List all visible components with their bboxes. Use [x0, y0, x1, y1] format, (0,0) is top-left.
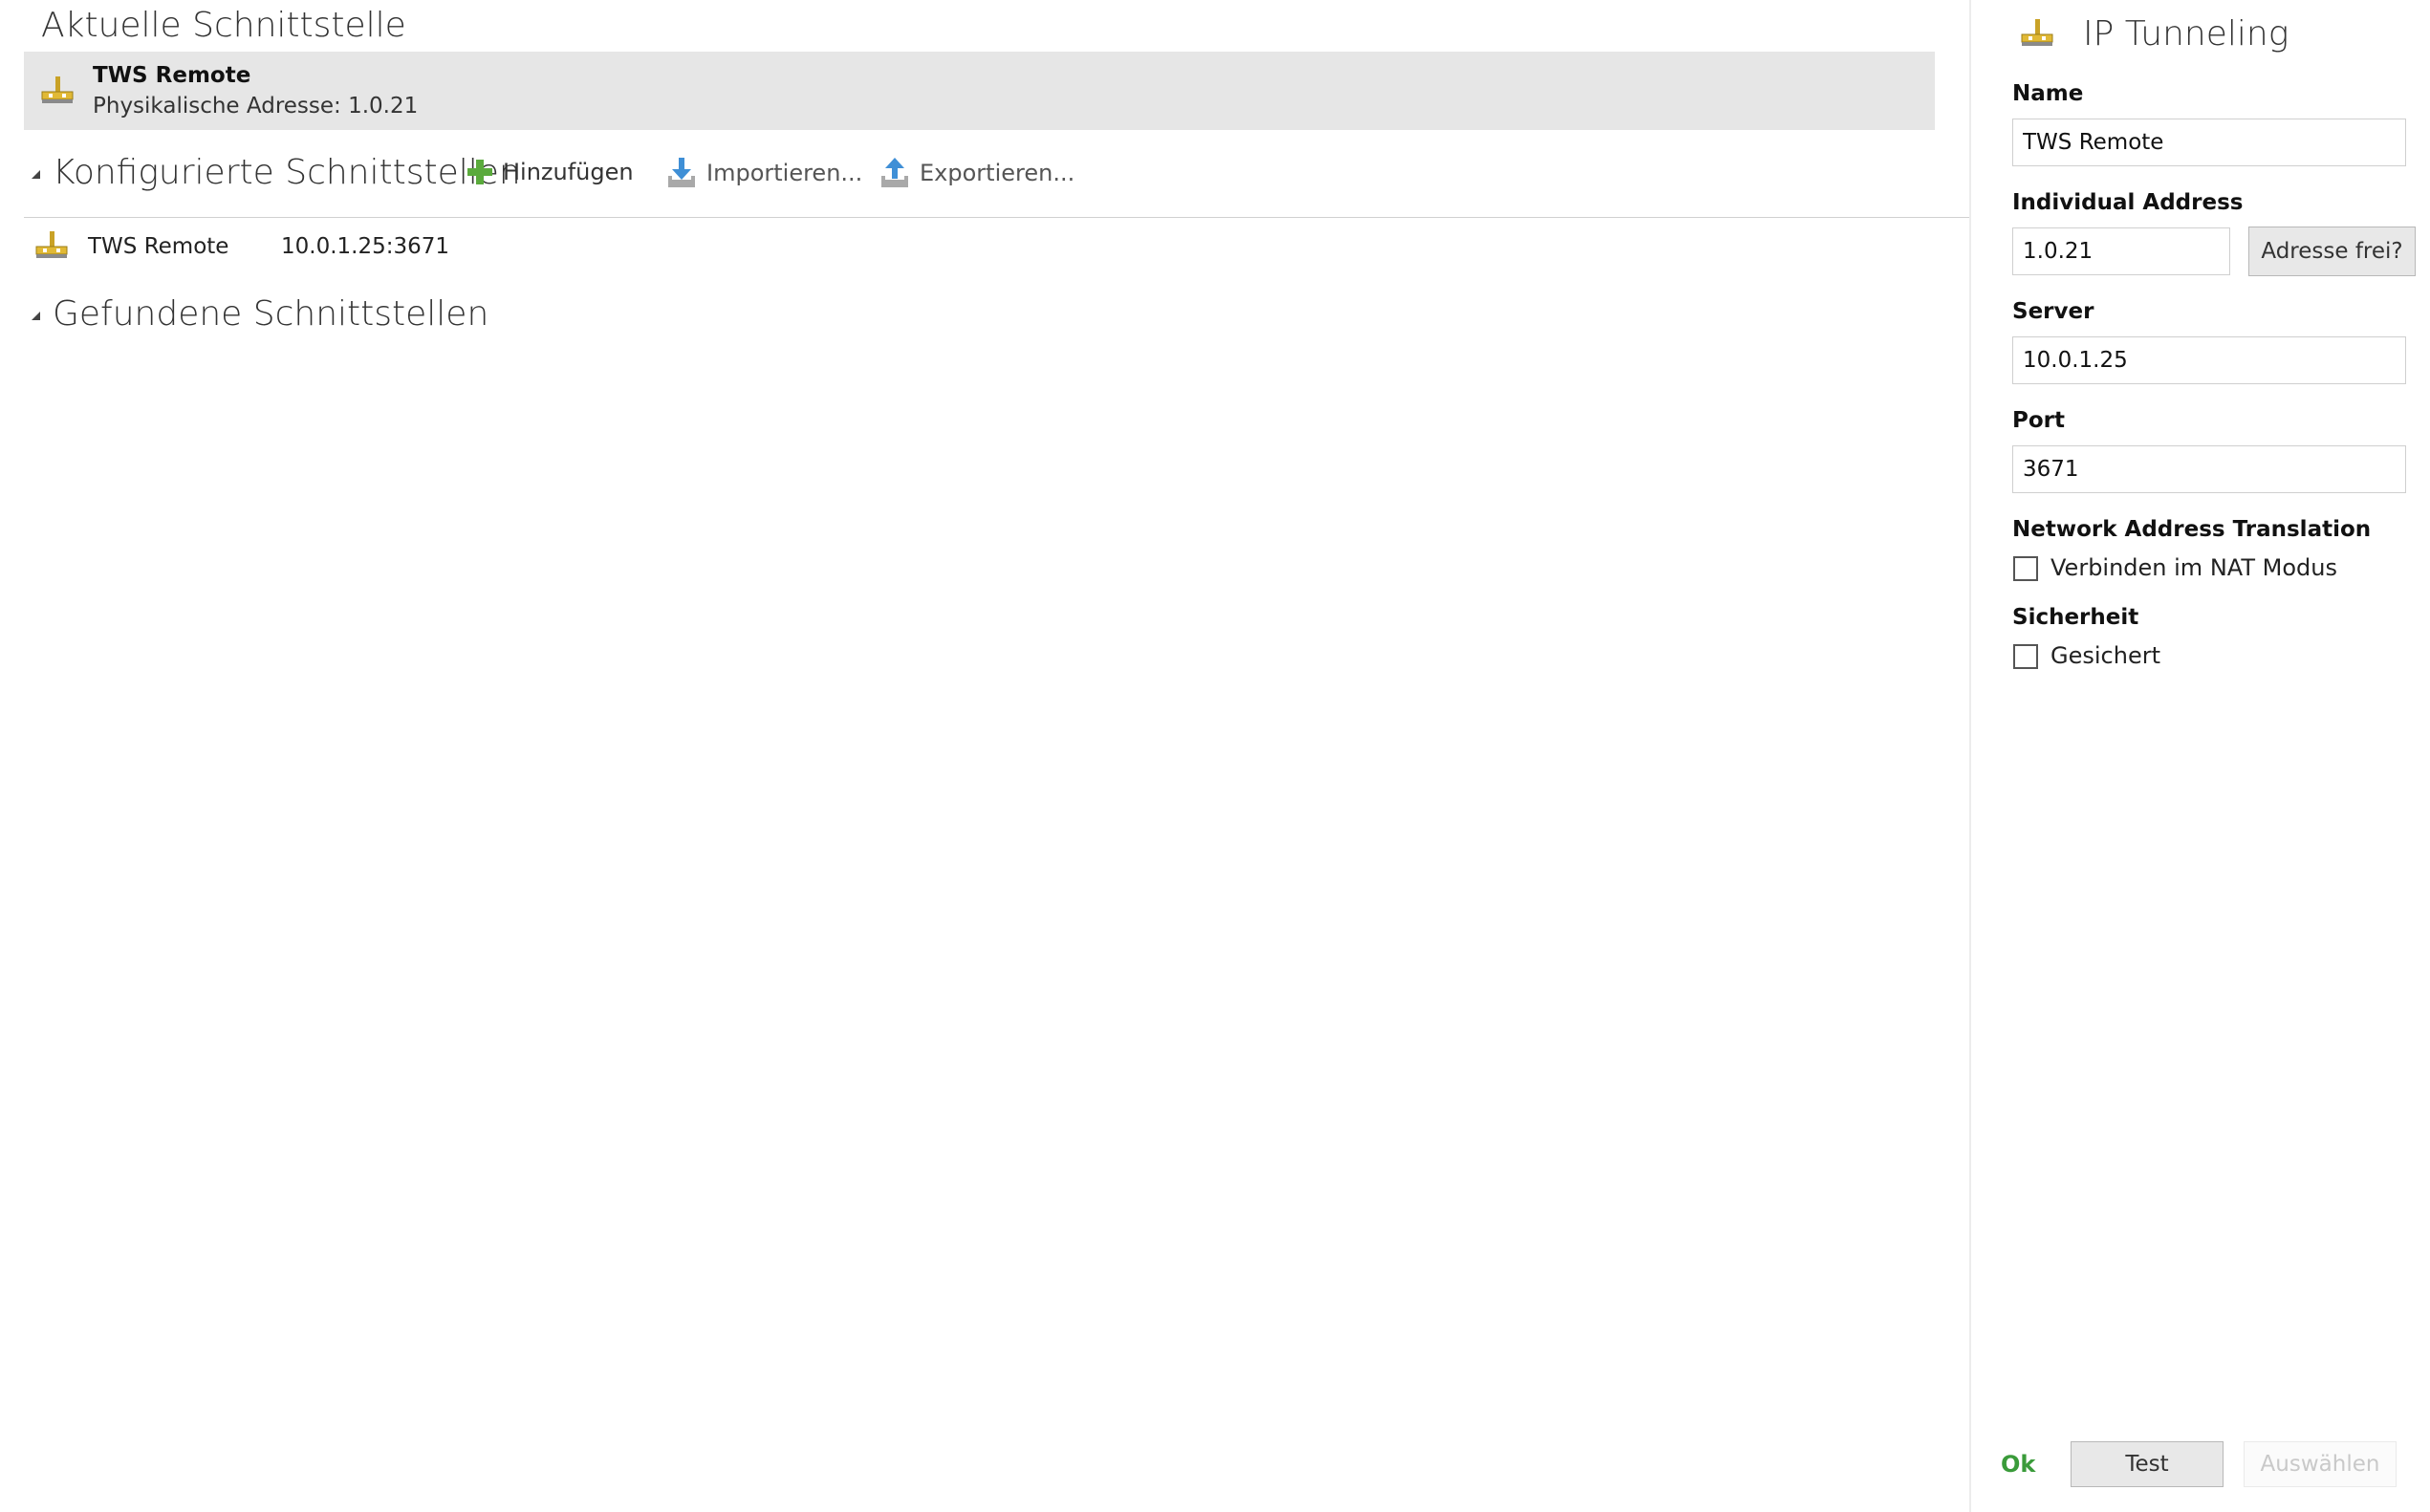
address-check-button[interactable]: Adresse frei? — [2248, 227, 2416, 276]
current-interface-heading: Aktuelle Schnittstelle — [41, 6, 406, 45]
secured-checkbox[interactable] — [2013, 644, 2038, 669]
configured-interfaces-heading[interactable]: Konfigurierte Schnittstellen — [53, 153, 521, 192]
port-input[interactable] — [2012, 445, 2406, 493]
add-button[interactable]: Hinzufügen — [466, 159, 634, 185]
configured-interface-name: TWS Remote — [88, 234, 229, 259]
found-interfaces-heading[interactable]: Gefundene Schnittstellen — [53, 294, 488, 334]
nat-label: Network Address Translation — [2012, 517, 2372, 542]
current-interface-card[interactable]: TWS Remote Physikalische Adresse: 1.0.21 — [24, 52, 1935, 130]
current-interface-name: TWS Remote — [93, 63, 251, 88]
configured-interface-endpoint: 10.0.1.25:3671 — [281, 234, 450, 259]
current-interface-address: Physikalische Adresse: 1.0.21 — [93, 94, 419, 119]
individual-address-label: Individual Address — [2012, 190, 2244, 215]
name-label: Name — [2012, 81, 2084, 106]
network-interface-icon — [41, 76, 74, 103]
nat-checkbox-label[interactable]: Verbinden im NAT Modus — [2050, 554, 2337, 581]
secured-checkbox-label[interactable]: Gesichert — [2050, 642, 2160, 669]
individual-address-input[interactable] — [2012, 227, 2230, 275]
triangle-collapse-icon[interactable] — [32, 170, 40, 179]
download-tray-icon — [668, 158, 695, 187]
ok-link[interactable]: Ok — [2001, 1451, 2035, 1478]
interfaces-pane: Aktuelle Schnittstelle TWS Remote Physik… — [0, 0, 1971, 1512]
export-button-label: Exportieren... — [920, 160, 1075, 186]
plus-icon — [467, 160, 492, 184]
upload-tray-icon — [881, 158, 908, 187]
select-button[interactable]: Auswählen — [2244, 1441, 2397, 1487]
port-label: Port — [2012, 408, 2065, 433]
server-input[interactable] — [2012, 336, 2406, 384]
nat-checkbox[interactable] — [2013, 556, 2038, 581]
triangle-collapse-icon[interactable] — [32, 312, 40, 320]
server-label: Server — [2012, 299, 2094, 324]
import-button[interactable]: Importieren... — [666, 157, 862, 189]
add-button-label: Hinzufügen — [503, 159, 634, 185]
section-divider — [24, 217, 1971, 218]
test-button[interactable]: Test — [2071, 1441, 2224, 1487]
import-button-label: Importieren... — [706, 160, 863, 186]
interface-details-panel: IP Tunneling Name Individual Address Adr… — [1971, 0, 2430, 1512]
security-label: Sicherheit — [2012, 605, 2139, 630]
network-interface-icon — [35, 231, 68, 258]
panel-title: IP Tunneling — [2083, 14, 2289, 54]
name-input[interactable] — [2012, 119, 2406, 166]
network-interface-icon — [2021, 19, 2053, 46]
configured-interface-row[interactable]: TWS Remote 10.0.1.25:3671 — [24, 227, 1935, 270]
export-button[interactable]: Exportieren... — [879, 157, 1074, 189]
